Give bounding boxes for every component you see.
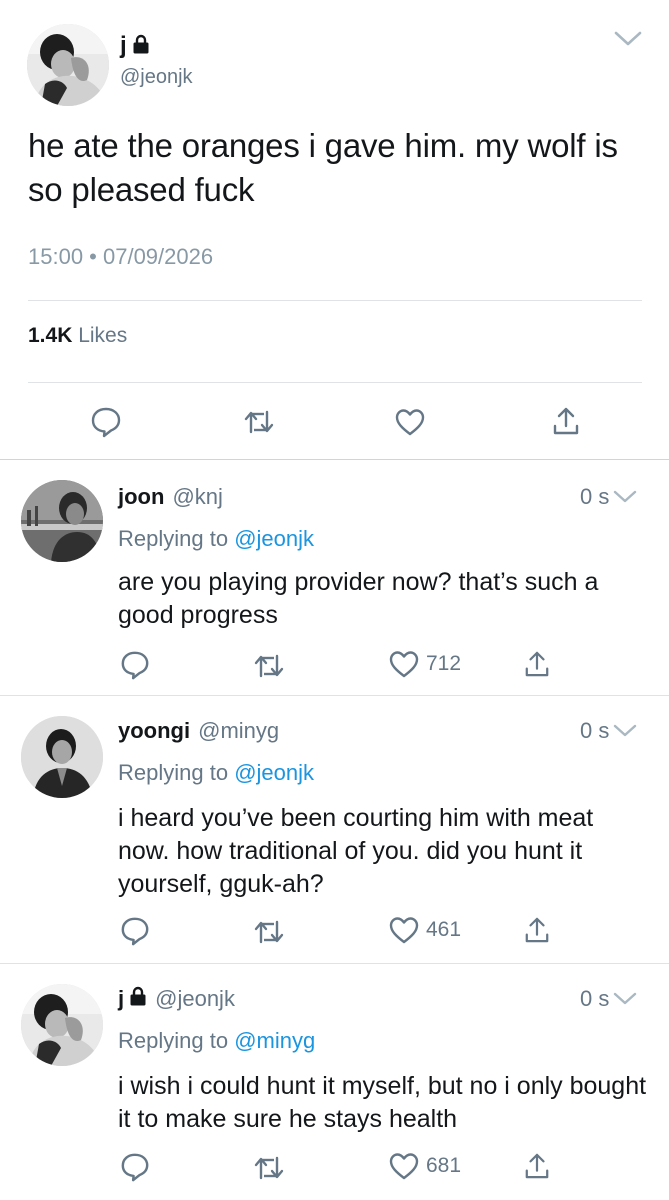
avatar-photo — [27, 24, 109, 106]
reply-time-ago: 0 s — [580, 484, 610, 509]
replying-prefix: Replying to — [118, 526, 229, 551]
avatar-photo — [21, 984, 103, 1066]
avatar[interactable] — [21, 984, 103, 1066]
like-count: 461 — [426, 918, 462, 941]
main-tweet: j @jeonjk he ate the oranges i gave him.… — [0, 0, 669, 460]
like-icon — [389, 651, 419, 678]
reply-time[interactable]: 0 s — [580, 986, 637, 1012]
like-button[interactable]: 712 — [388, 650, 461, 678]
author-name-row: j — [120, 32, 150, 60]
like-button[interactable]: 461 — [388, 916, 461, 944]
avatar[interactable] — [21, 716, 103, 798]
divider — [28, 300, 642, 301]
lock-icon — [129, 986, 147, 1012]
author-name[interactable]: j — [120, 32, 127, 60]
reply-icon[interactable] — [120, 1152, 150, 1182]
reply-tweet[interactable]: joon @knj 0 s Replying to @jeonjk are yo… — [0, 460, 669, 696]
reply-icon[interactable] — [120, 916, 150, 946]
reply-header: joon @knj — [118, 484, 223, 510]
tweet-text: he ate the oranges i gave him. my wolf i… — [28, 127, 618, 208]
likes-summary[interactable]: 1.4K Likes — [28, 324, 127, 348]
replying-to: Replying to @jeonjk — [118, 760, 314, 786]
tweet-thread-page: j @jeonjk he ate the oranges i gave him.… — [0, 0, 669, 1200]
reply-text: are you playing provider now? that’s suc… — [118, 568, 599, 629]
reply-icon[interactable] — [90, 406, 122, 438]
reply-time-ago: 0 s — [580, 718, 610, 743]
share-icon[interactable] — [524, 1152, 550, 1180]
reply-time[interactable]: 0 s — [580, 718, 637, 744]
replying-prefix: Replying to — [118, 760, 229, 785]
reply-time-ago: 0 s — [580, 986, 610, 1011]
reply-header: yoongi @minyg — [118, 718, 279, 744]
reply-text: i heard you’ve been courting him with me… — [118, 804, 594, 898]
replying-to-handle[interactable]: @jeonjk — [234, 760, 314, 785]
reply-header: j @jeonjk — [118, 986, 235, 1012]
lock-icon — [132, 34, 150, 59]
avatar-photo — [21, 716, 103, 798]
share-icon[interactable] — [524, 916, 550, 944]
avatar[interactable] — [27, 24, 109, 106]
like-icon — [389, 1153, 419, 1180]
like-button[interactable]: 681 — [388, 1152, 461, 1180]
reply-author-handle[interactable]: @minyg — [198, 718, 279, 744]
retweet-icon[interactable] — [254, 1154, 284, 1182]
reply-tweet[interactable]: yoongi @minyg 0 s Replying to @jeonjk i … — [0, 696, 669, 964]
replying-to-handle[interactable]: @jeonjk — [234, 526, 314, 551]
retweet-icon[interactable] — [254, 652, 284, 680]
reply-tweet[interactable]: j @jeonjk 0 s Replying to @minyg i wish … — [0, 964, 669, 1200]
likes-label: Likes — [78, 324, 128, 347]
reply-time[interactable]: 0 s — [580, 484, 637, 510]
retweet-icon[interactable] — [254, 918, 284, 946]
reply-icon[interactable] — [120, 650, 150, 680]
avatar-photo — [21, 480, 103, 562]
reply-author-name[interactable]: joon — [118, 484, 164, 510]
reply-author-handle[interactable]: @jeonjk — [155, 986, 235, 1012]
like-count: 712 — [426, 652, 462, 675]
reply-author-name[interactable]: j — [118, 986, 124, 1012]
reply-author-handle[interactable]: @knj — [172, 484, 222, 510]
like-icon[interactable] — [394, 408, 426, 436]
share-icon[interactable] — [552, 406, 580, 436]
author-handle[interactable]: @jeonjk — [120, 66, 193, 89]
tweet-timestamp[interactable]: 15:00 • 07/09/2026 — [28, 244, 213, 270]
replying-prefix: Replying to — [118, 1028, 229, 1053]
replying-to: Replying to @minyg — [118, 1028, 315, 1054]
avatar[interactable] — [21, 480, 103, 562]
like-icon — [389, 917, 419, 944]
like-count: 681 — [426, 1154, 462, 1177]
replying-to-handle[interactable]: @minyg — [234, 1028, 315, 1053]
likes-count: 1.4K — [28, 324, 73, 347]
retweet-icon[interactable] — [244, 408, 274, 436]
chevron-down-icon[interactable] — [614, 30, 642, 48]
reply-author-name[interactable]: yoongi — [118, 718, 190, 744]
chevron-down-icon[interactable] — [613, 991, 637, 1007]
chevron-down-icon[interactable] — [613, 489, 637, 505]
share-icon[interactable] — [524, 650, 550, 678]
divider — [28, 382, 642, 383]
reply-text: i wish i could hunt it myself, but no i … — [118, 1072, 647, 1133]
replying-to: Replying to @jeonjk — [118, 526, 314, 552]
chevron-down-icon[interactable] — [613, 723, 637, 739]
